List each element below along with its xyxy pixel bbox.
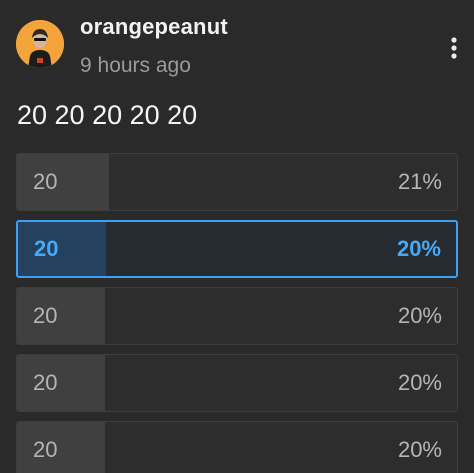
poll-option-label: 20 [33,303,58,328]
post-title: 20 20 20 20 20 [17,100,198,130]
poll-option-result-bar [18,222,106,276]
poll-option-percent: 20% [397,370,442,395]
post-card: orangepeanut 9 hours ago 20 20 20 20 20 … [0,0,474,473]
user-avatar-icon [16,20,64,68]
more-options-button[interactable] [436,30,472,66]
post-timestamp: 9 hours ago [80,54,191,77]
poll-option-result-bar [17,355,105,411]
poll-option-result-bar [17,422,105,473]
poll-option-percent: 20% [397,303,442,328]
poll-option-label: 20 [33,169,58,194]
poll-option-percent: 20% [397,437,442,462]
poll-option[interactable]: 20 20% [16,354,458,412]
poll-option[interactable]: 20 20% [16,220,458,278]
poll-option-result-bar [17,154,110,210]
poll-option-label: 20 [33,437,58,462]
poll-option[interactable]: 20 21% [16,153,458,211]
poll-option-label: 20 [34,236,59,261]
poll-option-percent: 21% [397,169,442,194]
poll-option-label: 20 [33,370,58,395]
poll-option-percent: 20% [396,236,441,261]
poll-option[interactable]: 20 20% [16,421,458,473]
poll-option[interactable]: 20 20% [16,287,458,345]
poll-option-result-bar [17,288,105,344]
more-vertical-icon [451,37,457,59]
poll-options: 20 21% 20 20% 20 20% 20 20% 20 20% [16,153,458,473]
author-username[interactable]: orangepeanut [80,14,228,40]
user-avatar[interactable] [16,20,64,68]
